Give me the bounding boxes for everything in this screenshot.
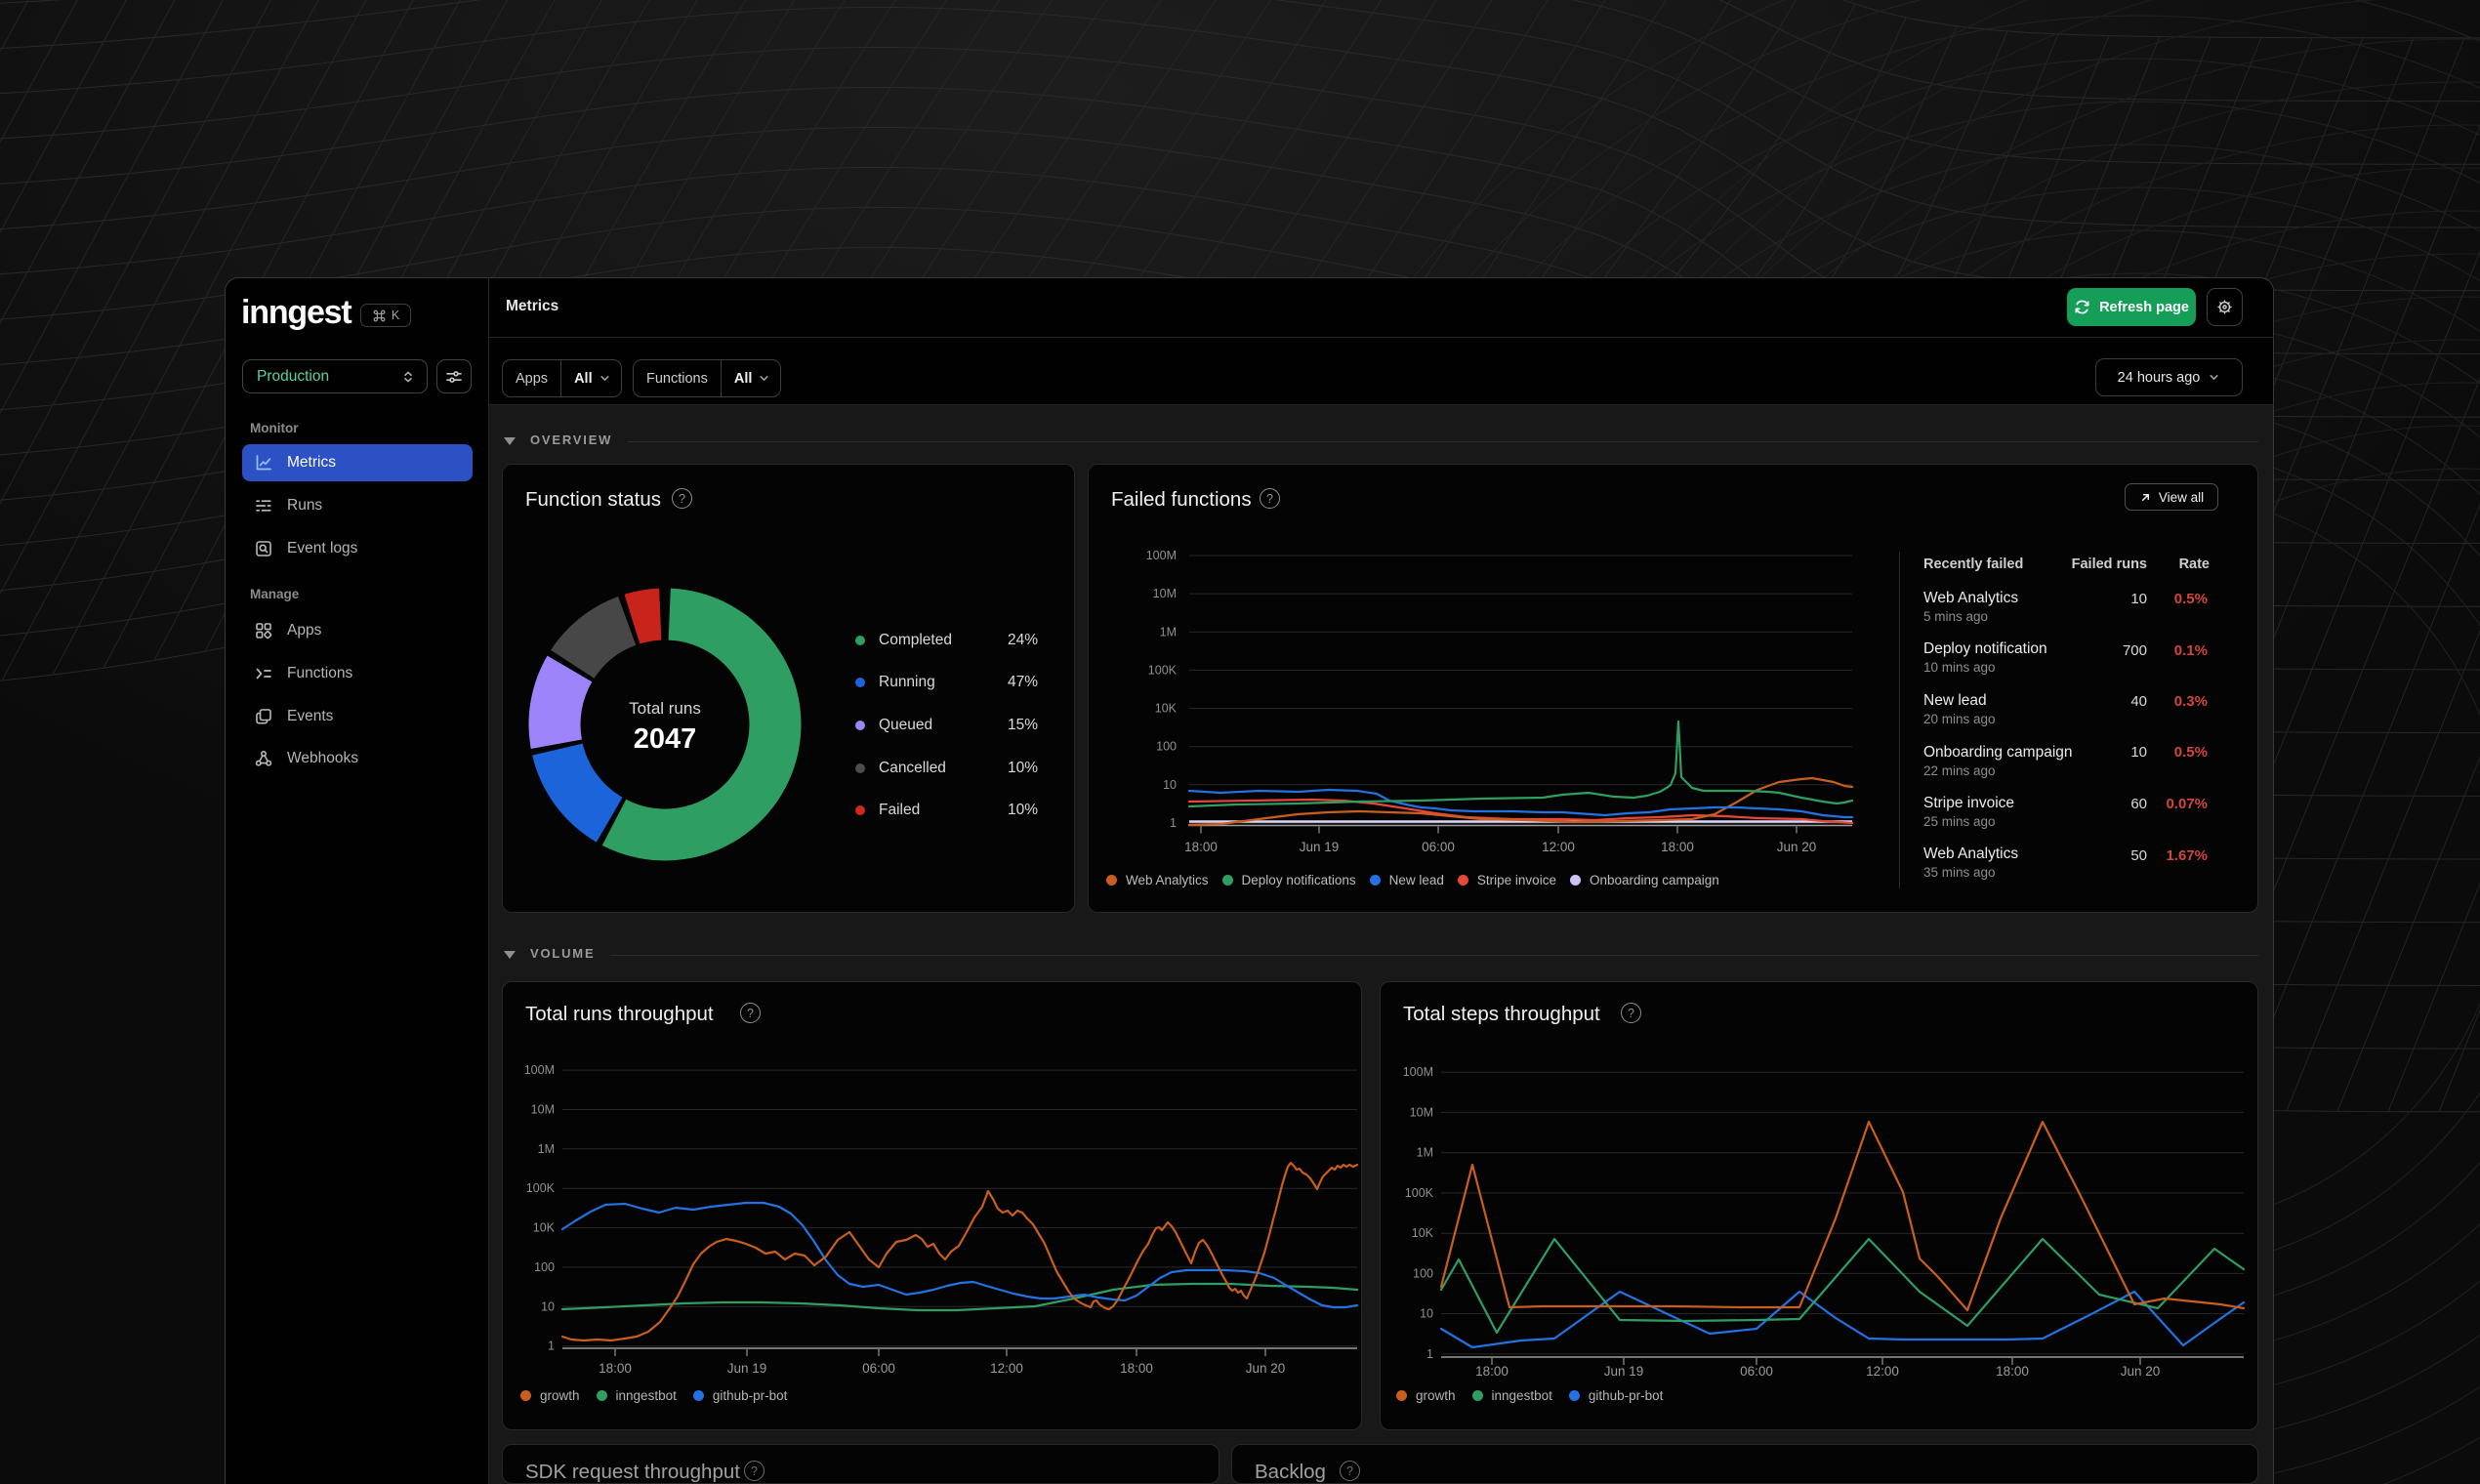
svg-text:100K: 100K [526,1181,556,1195]
svg-text:10M: 10M [1410,1105,1433,1119]
svg-text:06:00: 06:00 [862,1361,895,1376]
svg-text:Jun 19: Jun 19 [1300,840,1340,854]
svg-text:100M: 100M [524,1063,555,1077]
svg-text:12:00: 12:00 [1542,840,1575,854]
svg-text:18:00: 18:00 [1184,840,1218,854]
svg-text:100K: 100K [1148,663,1178,677]
svg-text:1M: 1M [1160,625,1177,639]
svg-text:100K: 100K [1405,1186,1434,1200]
svg-text:10M: 10M [1153,587,1177,600]
svg-text:1M: 1M [1417,1146,1433,1160]
svg-text:10: 10 [541,1299,555,1313]
svg-text:10: 10 [1420,1307,1433,1321]
svg-text:18:00: 18:00 [1120,1361,1153,1376]
svg-text:Jun 20: Jun 20 [2121,1364,2161,1379]
svg-text:10K: 10K [533,1221,556,1235]
svg-text:06:00: 06:00 [1422,840,1455,854]
svg-text:10M: 10M [531,1103,555,1117]
svg-text:12:00: 12:00 [990,1361,1023,1376]
svg-text:100: 100 [1413,1266,1433,1280]
svg-text:10K: 10K [1155,702,1178,716]
svg-text:Jun 20: Jun 20 [1777,840,1817,854]
svg-text:18:00: 18:00 [1475,1364,1509,1379]
svg-text:1: 1 [1426,1347,1433,1361]
svg-text:10: 10 [1163,778,1177,792]
svg-text:100M: 100M [1146,549,1177,562]
svg-text:1: 1 [548,1340,555,1353]
svg-text:Jun 20: Jun 20 [1246,1361,1286,1376]
svg-text:12:00: 12:00 [1866,1364,1899,1379]
svg-text:1M: 1M [538,1142,555,1156]
svg-text:Jun 19: Jun 19 [1604,1364,1644,1379]
svg-text:Jun 19: Jun 19 [727,1361,767,1376]
svg-text:10K: 10K [1412,1226,1434,1240]
svg-text:18:00: 18:00 [599,1361,632,1376]
svg-text:18:00: 18:00 [1661,840,1694,854]
svg-text:06:00: 06:00 [1740,1364,1773,1379]
svg-text:100: 100 [534,1260,555,1274]
svg-text:18:00: 18:00 [1996,1364,2029,1379]
svg-text:100M: 100M [1403,1065,1433,1079]
svg-text:1: 1 [1170,816,1177,830]
svg-text:100: 100 [1156,740,1177,754]
